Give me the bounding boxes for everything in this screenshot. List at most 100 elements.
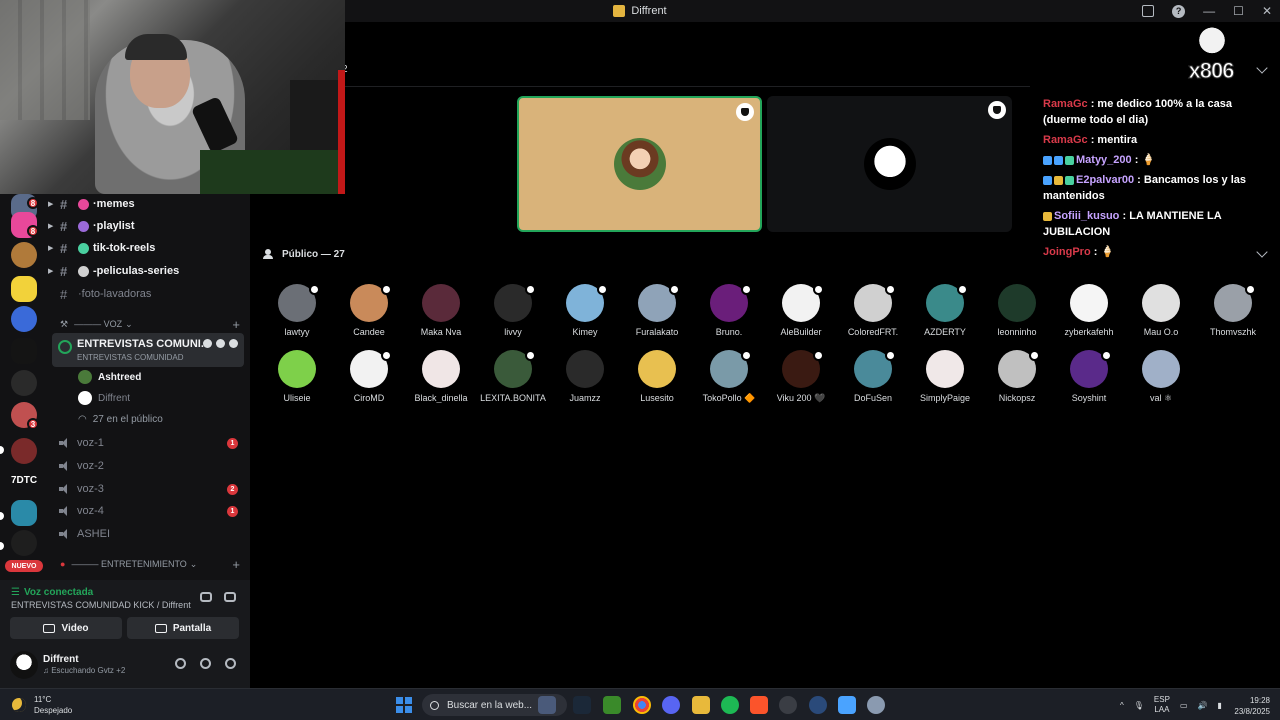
- chat-username[interactable]: RamaGc: [1043, 134, 1088, 146]
- audience-member[interactable]: CiroMD: [333, 350, 405, 406]
- audience-member[interactable]: zyberkafehh: [1053, 284, 1125, 340]
- invite-icon[interactable]: [216, 339, 225, 348]
- audience-member[interactable]: Lusesito: [621, 350, 693, 406]
- minecraft-icon[interactable]: [603, 696, 621, 714]
- spotify-icon[interactable]: [721, 696, 739, 714]
- gear-icon[interactable]: [867, 696, 885, 714]
- audience-member[interactable]: lawtyy: [261, 284, 333, 340]
- server-icon[interactable]: [11, 276, 37, 302]
- audience-member[interactable]: Candee: [333, 284, 405, 340]
- audience-member[interactable]: Viku 200 🖤: [765, 350, 837, 406]
- audience-member[interactable]: ColoredFRT.: [837, 284, 909, 340]
- chevron-up-icon[interactable]: ^: [1120, 701, 1124, 710]
- audience-member[interactable]: Juamzz: [549, 350, 621, 406]
- disconnect-icon[interactable]: [224, 592, 236, 602]
- brave-icon[interactable]: [750, 696, 768, 714]
- audience-member[interactable]: Black_dinella: [405, 350, 477, 406]
- audience-member[interactable]: TokoPollo 🔶: [693, 350, 765, 406]
- language-indicator[interactable]: ESP LAA: [1154, 695, 1170, 715]
- chrome-icon[interactable]: [633, 696, 651, 714]
- headphones-icon[interactable]: [200, 658, 211, 669]
- server-icon[interactable]: [11, 338, 37, 364]
- speaker-tile-diffrent[interactable]: [767, 96, 1012, 232]
- channel-tik-tok-reels[interactable]: ▶ # tik-tok-reels: [48, 238, 250, 258]
- microphone-icon[interactable]: [175, 658, 186, 669]
- steam-icon[interactable]: [573, 696, 591, 714]
- screen-share-button[interactable]: Pantalla: [127, 617, 239, 639]
- start-button[interactable]: [396, 697, 412, 713]
- voice-channel-voz-1[interactable]: voz-1 1: [48, 433, 250, 453]
- video-button[interactable]: Video: [10, 617, 122, 639]
- inbox-icon[interactable]: [1142, 5, 1155, 17]
- server-icon[interactable]: [11, 530, 37, 556]
- folder-icon[interactable]: [692, 696, 710, 714]
- voice-channel-voz-4[interactable]: voz-4 1: [48, 501, 250, 521]
- close-button[interactable]: ✕: [1262, 4, 1272, 18]
- network-icon[interactable]: ▭: [1180, 701, 1188, 710]
- noise-suppression-icon[interactable]: [200, 592, 212, 602]
- chat-username[interactable]: JoingPro: [1043, 246, 1091, 258]
- voice-channel-active[interactable]: ENTREVISTAS COMUNI... ENTREVISTAS COMUNI…: [52, 333, 244, 367]
- voice-user[interactable]: Ashtreed: [78, 367, 141, 387]
- chat-username[interactable]: Matyy_200: [1076, 154, 1132, 166]
- chat-username[interactable]: E2palvar00: [1076, 174, 1134, 186]
- audience-member[interactable]: Kimey: [549, 284, 621, 340]
- audience-member[interactable]: Nickopsz: [981, 350, 1053, 406]
- server-icon[interactable]: [11, 438, 37, 464]
- category-voz[interactable]: ⚒ ——— VOZ ⌄ +: [48, 315, 250, 333]
- audience-member[interactable]: Maka Nva: [405, 284, 477, 340]
- gear-icon[interactable]: [225, 658, 236, 669]
- avatar[interactable]: [10, 651, 38, 679]
- app-icon[interactable]: [809, 696, 827, 714]
- chevron-down-icon[interactable]: [1256, 62, 1268, 74]
- add-channel-icon[interactable]: +: [232, 317, 240, 332]
- channel-playlist[interactable]: ▶ # · playlist: [48, 216, 250, 236]
- app-icon[interactable]: [779, 696, 797, 714]
- channel-memes[interactable]: ▶ # · memes: [48, 194, 250, 214]
- chat-username[interactable]: Sofiii_kusuo: [1054, 210, 1119, 222]
- audience-member[interactable]: Thomvszhk: [1197, 284, 1269, 340]
- server-icon[interactable]: [11, 370, 37, 396]
- audience-count[interactable]: ◠ 27 en el público: [78, 409, 163, 429]
- voice-channel-ashei[interactable]: ASHEI: [48, 524, 250, 544]
- chat-icon[interactable]: [203, 339, 212, 348]
- audience-member[interactable]: AZDERTY: [909, 284, 981, 340]
- microphone-icon[interactable]: 🎙: [1134, 701, 1144, 710]
- audience-member[interactable]: Uliseie: [261, 350, 333, 406]
- audience-member[interactable]: Bruno.: [693, 284, 765, 340]
- voice-channel-voz-2[interactable]: voz-2: [48, 456, 250, 476]
- audience-member[interactable]: DoFuSen: [837, 350, 909, 406]
- server-icon[interactable]: [11, 242, 37, 268]
- maximize-button[interactable]: ☐: [1233, 4, 1244, 18]
- server-icon[interactable]: [11, 306, 37, 332]
- add-channel-icon[interactable]: +: [232, 557, 240, 572]
- battery-icon[interactable]: ▮: [1217, 701, 1221, 710]
- audience-member[interactable]: Mau O.o: [1125, 284, 1197, 340]
- audience-member[interactable]: AleBuilder: [765, 284, 837, 340]
- notepad-icon[interactable]: [838, 696, 856, 714]
- audience-member[interactable]: leonninho: [981, 284, 1053, 340]
- hashtag-app-icon[interactable]: [538, 696, 556, 714]
- audience-member[interactable]: Soyshint: [1053, 350, 1125, 406]
- volume-icon[interactable]: 🔊: [1198, 701, 1208, 710]
- weather-widget[interactable]: 11°C Despejado: [12, 694, 72, 716]
- channel-peliculas-series[interactable]: ▶ # -peliculas-series: [48, 261, 250, 281]
- help-icon[interactable]: ?: [1172, 4, 1186, 18]
- voice-location[interactable]: ENTREVISTAS COMUNIDAD KICK / Diffrent: [11, 600, 191, 610]
- audience-member[interactable]: LEXITA.BONITA: [477, 350, 549, 406]
- gear-icon[interactable]: [229, 339, 238, 348]
- speaker-tile-ashtreed[interactable]: [517, 96, 762, 232]
- category-entretenimiento[interactable]: ● ——— ENTRETENIMIENTO ⌄ +: [48, 555, 250, 573]
- audience-member[interactable]: livvy: [477, 284, 549, 340]
- server-icon[interactable]: [11, 500, 37, 526]
- chat-username[interactable]: RamaGc: [1043, 98, 1088, 110]
- minimize-button[interactable]: —: [1203, 4, 1215, 18]
- discord-icon[interactable]: [662, 696, 680, 714]
- voice-user[interactable]: Diffrent: [78, 388, 130, 408]
- channel-foto-lavadoras[interactable]: # · foto-lavadoras: [48, 284, 250, 304]
- clock[interactable]: 19:28 23/8/2025: [1234, 695, 1270, 717]
- audience-member[interactable]: val ⚛: [1125, 350, 1197, 406]
- voice-channel-voz-3[interactable]: voz-3 2: [48, 479, 250, 499]
- audience-member[interactable]: Furalakato: [621, 284, 693, 340]
- audience-member[interactable]: SimplyPaige: [909, 350, 981, 406]
